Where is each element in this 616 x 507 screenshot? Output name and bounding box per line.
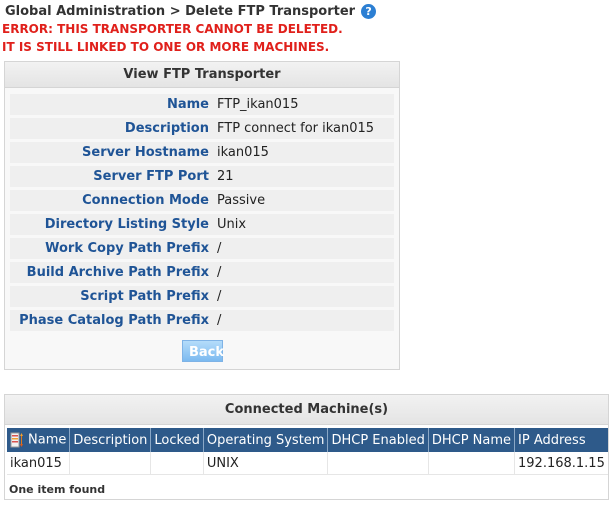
column-header-ip-address[interactable]: IP Address <box>514 428 608 452</box>
field-label: Server Hostname <box>82 145 209 160</box>
cell-locked <box>150 452 204 475</box>
field-label: Work Copy Path Prefix <box>45 241 209 256</box>
items-found-text: One item found <box>9 483 106 496</box>
table-row[interactable]: ikan015 UNIX 192.168.1.15 <box>7 452 608 475</box>
cell-ip-address: 192.168.1.15 <box>514 452 608 475</box>
field-row-name: Name FTP_ikan015 <box>10 94 394 115</box>
field-row-directory-listing-style: Directory Listing Style Unix <box>10 214 394 235</box>
column-header-operating-system[interactable]: Operating System <box>203 428 329 452</box>
connected-machines-panel: Connected Machine(s) Name Description Lo… <box>4 394 609 500</box>
field-row-description: Description FTP connect for ikan015 <box>10 118 394 139</box>
cell-dhcp-enabled <box>327 452 429 475</box>
field-row-build-archive-path-prefix: Build Archive Path Prefix / <box>10 262 394 283</box>
breadcrumb-text: Global Administration > Delete FTP Trans… <box>5 3 356 19</box>
back-button[interactable]: Back <box>182 340 224 362</box>
field-label: Build Archive Path Prefix <box>26 265 209 280</box>
column-header-dhcp-name[interactable]: DHCP Name <box>428 428 516 452</box>
field-row-server-hostname: Server Hostname ikan015 <box>10 142 394 163</box>
field-value: / <box>217 289 222 304</box>
field-label: Phase Catalog Path Prefix <box>19 313 209 328</box>
field-value: / <box>217 265 222 280</box>
field-value: / <box>217 241 222 256</box>
cell-dhcp-name <box>428 452 516 475</box>
field-label: Description <box>124 121 209 136</box>
column-header-label: Name <box>28 432 67 448</box>
panel-title: View FTP Transporter <box>5 62 399 88</box>
column-header-description[interactable]: Description <box>69 428 152 452</box>
breadcrumb: Global Administration > Delete FTP Trans… <box>5 2 377 20</box>
field-label: Directory Listing Style <box>44 217 209 232</box>
cell-operating-system: UNIX <box>203 452 329 475</box>
cell-name: ikan015 <box>7 452 71 475</box>
field-row-work-copy-path-prefix: Work Copy Path Prefix / <box>10 238 394 259</box>
error-message-line-2: IT IS STILL LINKED TO ONE OR MORE MACHIN… <box>2 40 330 54</box>
panel-title: Connected Machine(s) <box>5 395 608 425</box>
help-icon[interactable]: ? <box>361 3 377 19</box>
field-label: Script Path Prefix <box>80 289 209 304</box>
field-label: Name <box>166 97 209 112</box>
sort-icon[interactable] <box>10 432 24 448</box>
field-value: ikan015 <box>217 145 269 160</box>
column-header-dhcp-enabled[interactable]: DHCP Enabled <box>327 428 429 452</box>
field-label: Connection Mode <box>82 193 209 208</box>
machines-table: Name Description Locked Operating System… <box>7 428 608 475</box>
field-list: Name FTP_ikan015 Description FTP connect… <box>10 94 394 334</box>
field-value: FTP_ikan015 <box>217 97 299 112</box>
field-label: Server FTP Port <box>93 169 209 184</box>
field-value: Unix <box>217 217 247 232</box>
cell-description <box>69 452 152 475</box>
view-ftp-transporter-panel: View FTP Transporter Name FTP_ikan015 De… <box>4 61 400 370</box>
field-row-phase-catalog-path-prefix: Phase Catalog Path Prefix / <box>10 310 394 331</box>
field-row-connection-mode: Connection Mode Passive <box>10 190 394 211</box>
field-value: / <box>217 313 222 328</box>
field-value: Passive <box>217 193 266 208</box>
field-value: 21 <box>217 169 234 184</box>
column-header-locked[interactable]: Locked <box>150 428 204 452</box>
table-header-row: Name Description Locked Operating System… <box>7 428 608 452</box>
field-row-script-path-prefix: Script Path Prefix / <box>10 286 394 307</box>
column-header-name[interactable]: Name <box>7 428 71 452</box>
error-message-line-1: ERROR: THIS TRANSPORTER CANNOT BE DELETE… <box>2 22 343 36</box>
field-value: FTP connect for ikan015 <box>217 121 375 136</box>
field-row-server-ftp-port: Server FTP Port 21 <box>10 166 394 187</box>
